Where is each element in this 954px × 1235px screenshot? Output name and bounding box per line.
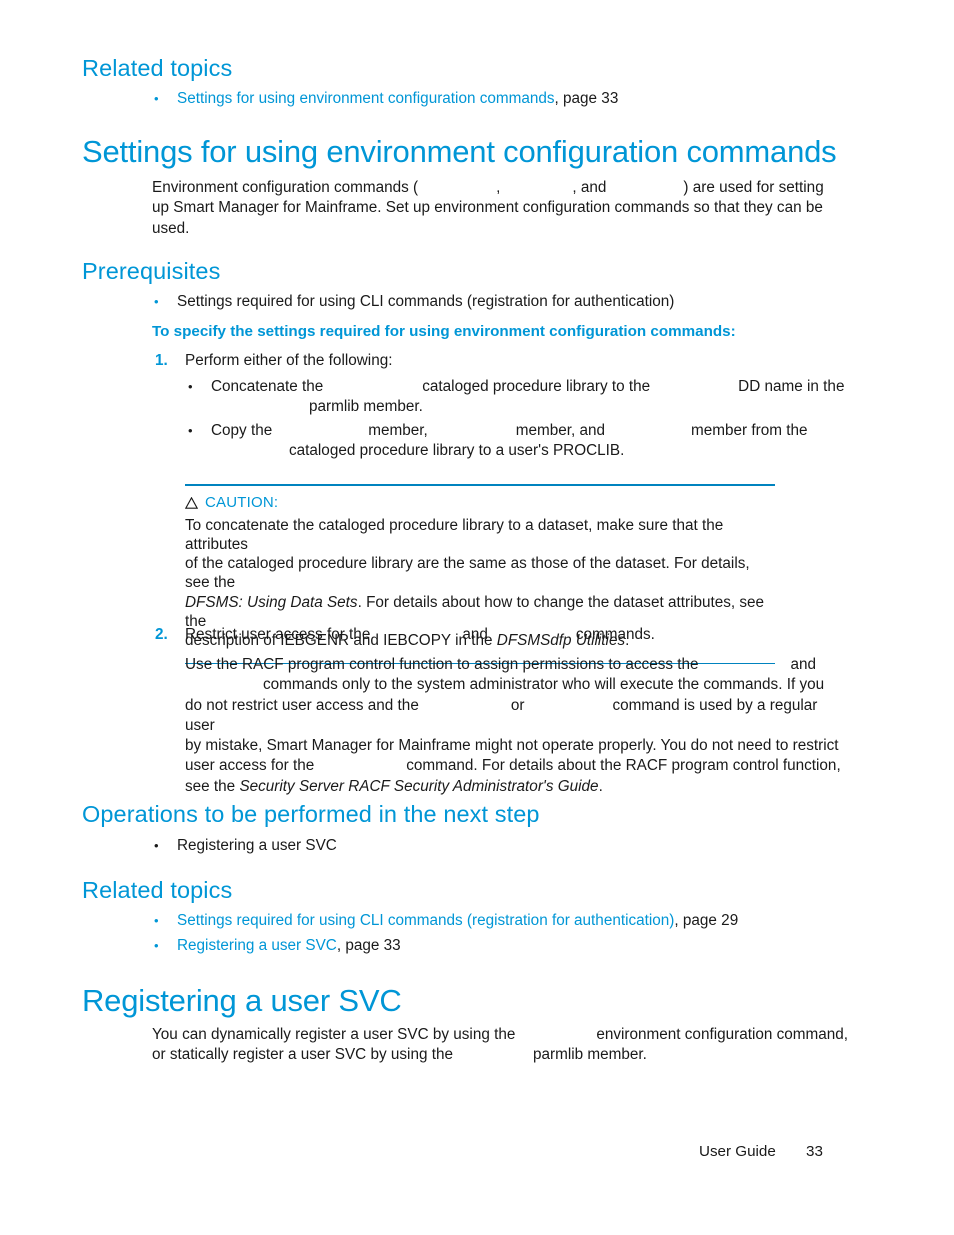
step2-book-title: Security Server RACF Security Administra… [239,777,599,795]
intro-text-c: , and [572,179,607,196]
procedure-lead-in: To specify the settings required for usi… [152,323,736,340]
bullet-marker-icon: • [154,91,159,106]
step2-body-l4: by mistake, Smart Manager for Mainframe … [185,737,839,755]
svc-body-l2-b: parmlib member. [532,1046,647,1064]
step2-body-l6-a: see the [185,777,236,795]
step2-body-l6-b: . [598,777,603,795]
paragraph-settings-intro: Environment configuration commands (, , a… [152,178,842,239]
substep-text-c: member, and [515,422,606,439]
heading-related-topics-top: Related topics [82,55,233,81]
intro-text-a: Environment configuration commands ( [152,179,419,196]
step2-body-l3-a: do not restrict user access and the [185,696,419,714]
substep-text-c: DD name in the [738,378,845,395]
link-settings-env-config-commands[interactable]: Settings for using environment configura… [177,90,555,107]
bullet-marker-icon: • [188,423,193,438]
step-number: 1. [155,352,168,369]
step2-title-c: commands. [575,626,655,643]
procedure-step-1: 1. Perform either of the following: [155,351,845,371]
footer-page-number: 33 [806,1143,823,1160]
step2-title-a: Restrict user access for the [185,626,371,643]
step-number: 2. [155,626,168,643]
step2-body-l5-a: user access for the [185,757,315,775]
substep-text-b: cataloged procedure library to the [422,378,651,395]
heading-next-step-operations: Operations to be performed in the next s… [82,801,540,827]
page-title-registering-svc: Registering a user SVC [82,983,402,1018]
warning-triangle-icon [184,496,199,509]
step2-title-b: and [462,626,488,643]
svc-body-l2-a: or statically register a user SVC by usi… [152,1046,453,1064]
list-item-page-ref: , page 33 [336,937,401,954]
substep-text-a: Concatenate the [211,378,324,395]
intro-line3: used. [152,219,190,237]
step2-body-l1-b: and [790,656,817,673]
list-item-page-ref: , page 29 [674,912,739,929]
list-item: • Concatenate the cataloged procedure lib… [188,377,848,418]
paragraph-step-2-body: Use the RACF program control function to… [185,655,845,797]
list-item: • Registering a user SVC, page 33 [154,936,904,956]
step2-body-l3-b: or [510,696,525,714]
next-step-item-label: Registering a user SVC [177,837,337,854]
list-item: • Settings for using environment configu… [154,89,854,109]
step2-body-l2-a: commands only to the system administrato… [263,676,825,694]
list-item: • Settings required for using CLI comman… [154,292,854,312]
caution-line-1: To concatenate the cataloged procedure l… [185,516,724,553]
link-settings-cli-commands[interactable]: Settings required for using CLI commands… [177,912,674,929]
document-page: Related topics • Settings for using envi… [0,0,954,1235]
intro-line2: up Smart Manager for Mainframe. Set up e… [152,199,823,217]
page-title-settings-section: Settings for using environment configura… [82,134,837,169]
bullet-marker-icon: • [154,913,159,928]
substep-text-b: member, [368,422,428,439]
list-item-page-ref: , page 33 [554,90,619,107]
intro-text-d: ) are used for setting [683,179,824,196]
paragraph-registering-svc: You can dynamically register a user SVC … [152,1025,852,1066]
substep-text-e: cataloged procedure library to a user's … [289,442,625,460]
prerequisite-item-label: Settings required for using CLI commands… [177,293,675,310]
footer-label: User Guide [699,1143,776,1160]
caution-book-title-1: DFSMS: Using Data Sets [185,593,358,611]
list-item: • Copy the member, member, and member from … [188,421,848,462]
substep-text-d: parmlib member. [309,398,423,416]
bullet-marker-icon: • [188,379,193,394]
step2-body-l5-b: command. For details about the RACF prog… [406,757,841,775]
caution-title: CAUTION: [205,493,279,511]
step-text: Perform either of the following: [185,352,393,369]
svc-body-l1-a: You can dynamically register a user SVC … [152,1026,516,1043]
list-item: • Registering a user SVC [154,836,854,856]
heading-prerequisites: Prerequisites [82,258,221,284]
heading-related-topics-bottom: Related topics [82,877,233,903]
caution-line-2: of the cataloged procedure library are t… [185,555,750,592]
link-registering-user-svc[interactable]: Registering a user SVC [177,937,337,954]
substep-text-a: Copy the [211,422,273,439]
bullet-marker-icon: • [154,294,159,309]
list-item: • Settings required for using CLI comman… [154,911,904,931]
caution-header: CAUTION: [184,493,775,511]
substep-text-d: member from the [691,422,808,439]
step2-body-l1-a: Use the RACF program control function to… [185,656,699,673]
bullet-marker-icon: • [154,938,159,953]
svc-body-l1-b: environment configuration command, [596,1026,849,1043]
bullet-marker-icon: • [154,838,159,853]
caution-top-rule [185,484,775,486]
procedure-step-2: 2. Restrict user access for the and comman… [155,625,845,645]
intro-text-b: , [496,179,501,196]
